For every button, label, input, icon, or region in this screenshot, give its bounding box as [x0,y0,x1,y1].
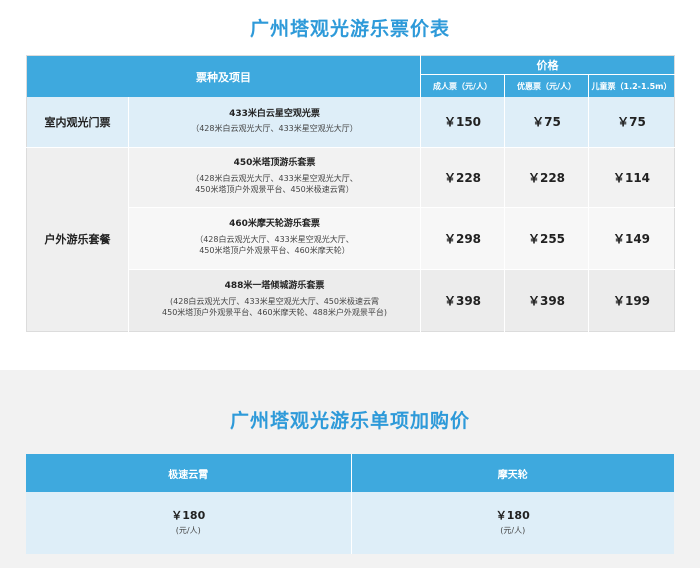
price-discount: ￥255 [504,206,589,269]
header-price-column: 价格 [420,55,675,75]
table-row: 户外游乐套餐 450米塔顶游乐套票 （428米白云观光大厅、433米星空观光大厅… [26,146,675,331]
ticket-price-title: 广州塔观光游乐票价表 [249,18,450,40]
addon-price: ￥180 [171,509,206,522]
price-adult: ￥150 [420,97,505,147]
category-outdoor: 户外游乐套餐 [26,146,129,331]
table-row: 室内观光门票 433米白云星空观光票 （428米白云观光大厅、433米星空观光大… [26,97,675,147]
addon-price-table: 极速云霄 摩天轮 ￥180 (元/人) ￥180 (元/人) [26,454,674,554]
addon-unit: (元/人) [175,526,201,535]
table-header-row: 票种及项目 价格 [26,55,675,97]
ticket-name: 450米塔顶游乐套票 [233,158,316,169]
ticket-desc: （428白云观光大厅、433米星空观光大厅、 [195,234,354,244]
ticket-desc: 450米塔顶户外观景平台、460米摩天轮） [199,246,350,256]
ticket-name: 460米摩天轮游乐套票 [229,219,320,230]
addon-cell: ￥180 (元/人) [26,492,352,554]
addon-header-row: 极速云霄 摩天轮 [26,454,674,492]
price-adult: ￥298 [420,206,505,269]
ticket-name: 433米白云星空观光票 [229,108,320,119]
price-child: ￥199 [588,268,675,331]
ticket-desc: （428米白云观光大厅、433米星空观光大厅） [191,124,358,134]
price-adult: ￥228 [420,146,505,207]
price-discount: ￥75 [504,97,589,147]
price-adult: ￥398 [420,268,505,331]
price-child: ￥75 [588,97,675,147]
addon-unit: (元/人) [500,526,526,535]
price-discount: ￥228 [504,146,589,207]
header-child: 儿童票（1.2-1.5m） [591,81,672,91]
header-adult: 成人票（元/人） [420,74,505,97]
addon-name: 摩天轮 [351,454,674,492]
price-discount: ￥398 [504,268,589,331]
ticket-price-section: 广州塔观光游乐票价表 票种及项目 价格 成人票（元/人） 优惠票（元/人） 儿童… [0,0,700,370]
header-discount: 优惠票（元/人） [504,74,589,97]
price-child: ￥114 [588,146,675,207]
ticket-desc: 450米塔顶户外观景平台、450米极速云霄） [195,185,354,195]
ticket-desc: （428米白云观光大厅、433米星空观光大厅、 [191,173,358,183]
addon-name: 极速云霄 [26,454,352,492]
ticket-price-table: 票种及项目 价格 成人票（元/人） 优惠票（元/人） 儿童票（1.2-1.5m）… [26,55,676,332]
ticket-desc: (428白云观光大厅、433米星空观光大厅、450米极速云霄 [170,296,379,306]
ticket-item: 460米摩天轮游乐套票 （428白云观光大厅、433米星空观光大厅、 450米塔… [128,206,421,269]
ticket-item: 433米白云星空观光票 （428米白云观光大厅、433米星空观光大厅） [128,97,421,147]
ticket-item: 488米一塔倾城游乐套票 (428白云观光大厅、433米星空观光大厅、450米极… [128,268,421,331]
category-indoor: 室内观光门票 [26,97,129,147]
addon-price-title: 广州塔观光游乐单项加购价 [229,410,470,432]
price-child: ￥149 [588,206,675,269]
ticket-name: 488米一塔倾城游乐套票 [224,281,325,292]
addon-price-section: 广州塔观光游乐单项加购价 极速云霄 摩天轮 ￥180 (元/人) ￥180 (元… [0,370,700,568]
addon-price: ￥180 [495,509,530,522]
ticket-desc: 450米塔顶户外观景平台、460米摩天轮、488米户外观景平台) [162,308,387,318]
addon-cell: ￥180 (元/人) [351,492,674,554]
header-item-column: 票种及项目 [26,55,421,97]
addon-price-row: ￥180 (元/人) ￥180 (元/人) [26,492,674,554]
ticket-item: 450米塔顶游乐套票 （428米白云观光大厅、433米星空观光大厅、 450米塔… [128,146,421,207]
